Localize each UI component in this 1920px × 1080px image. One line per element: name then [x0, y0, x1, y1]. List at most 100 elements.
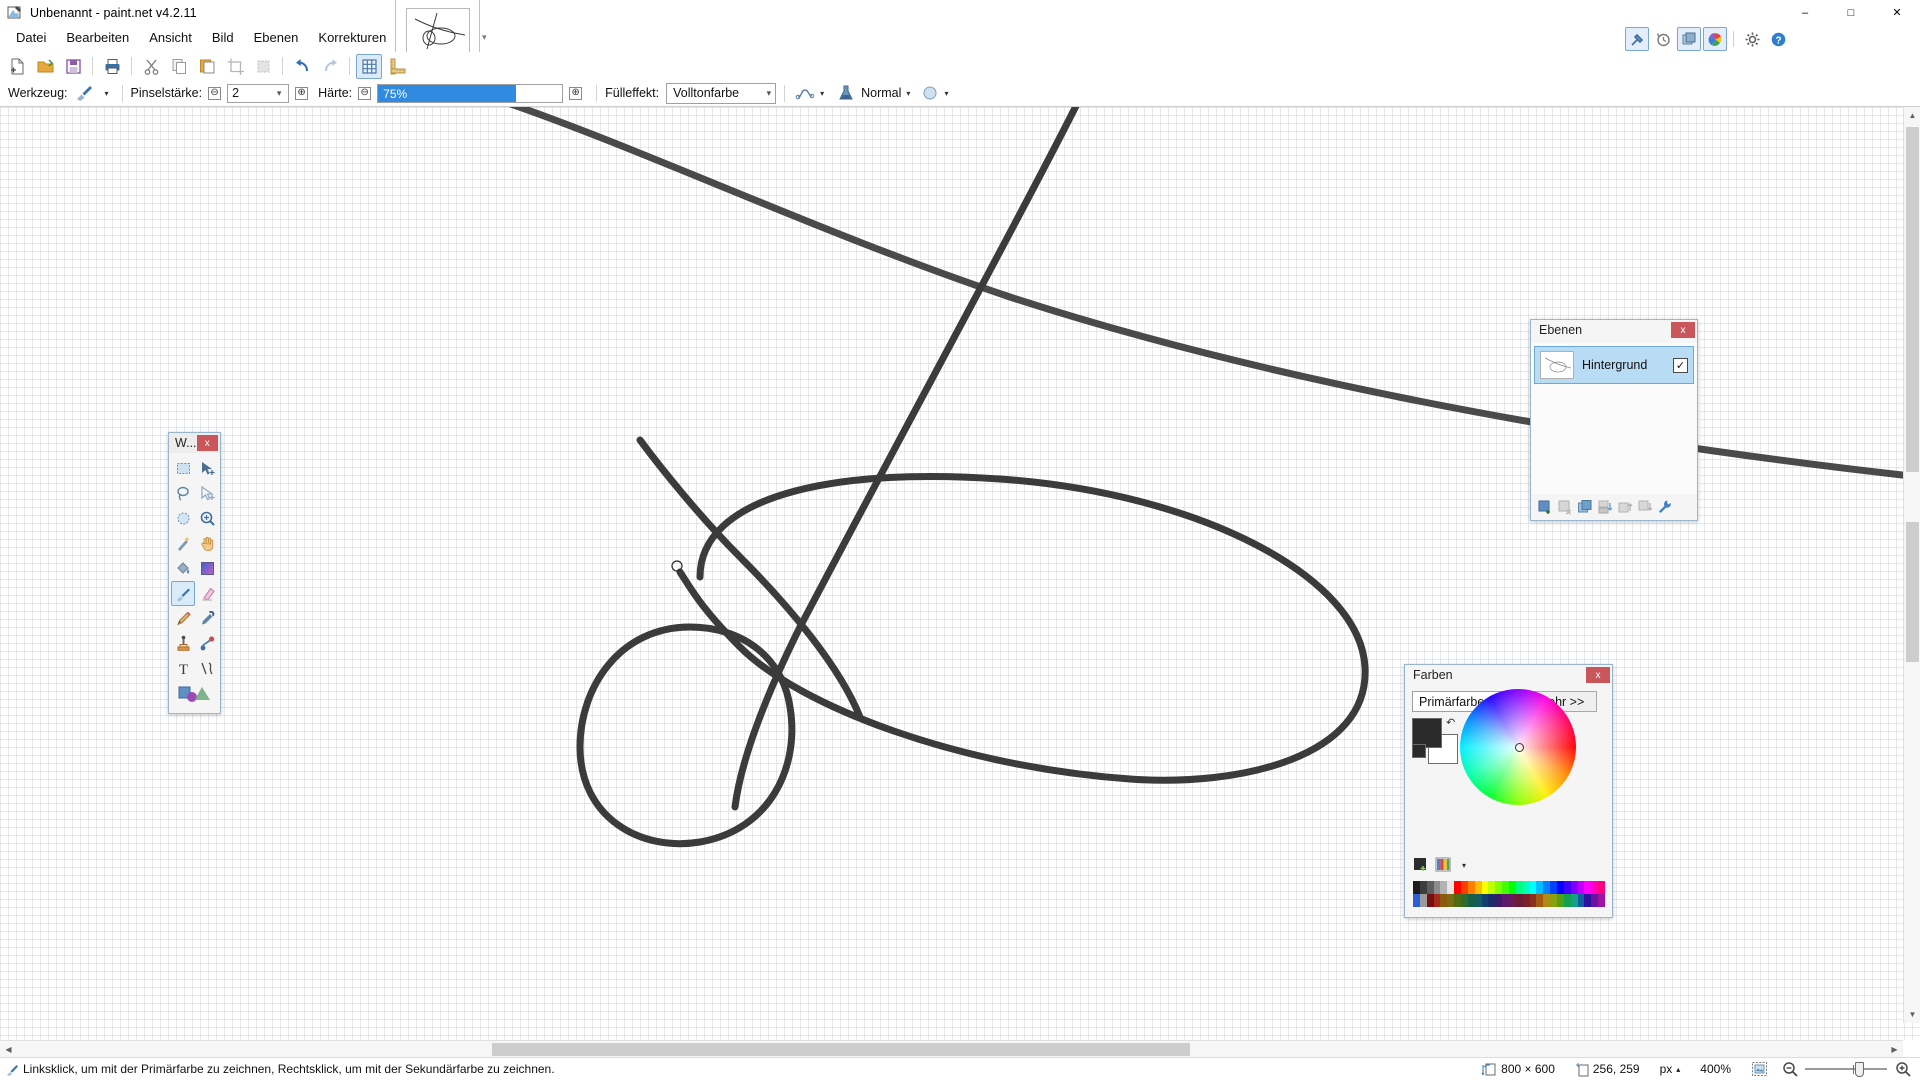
palette-swatch[interactable] [1529, 894, 1537, 907]
menu-bild[interactable]: Bild [202, 27, 244, 48]
palette-swatch[interactable] [1481, 894, 1489, 907]
palette-swatch[interactable] [1598, 894, 1606, 907]
palette-swatch[interactable] [1454, 894, 1462, 907]
cut-icon[interactable] [138, 54, 164, 79]
palette-swatch[interactable] [1413, 881, 1420, 894]
palette-swatch[interactable] [1467, 881, 1475, 894]
zoom-slider[interactable] [1805, 1061, 1887, 1077]
palette-swatch[interactable] [1419, 894, 1427, 907]
menu-korrekturen[interactable]: Korrekturen [308, 27, 396, 48]
zoom-in-icon[interactable] [1895, 1061, 1912, 1077]
zoom-value-group[interactable]: 400% [1700, 1062, 1731, 1076]
menu-ebenen[interactable]: Ebenen [244, 27, 309, 48]
palette-dropdown-caret[interactable]: ▾ [1457, 861, 1471, 870]
maximize-button[interactable]: □ [1828, 0, 1874, 25]
antialiasing-dropdown-caret[interactable]: ▾ [939, 89, 953, 98]
palette-swatch[interactable] [1570, 894, 1578, 907]
fill-effect-select[interactable]: Volltonfarbe ▾ [666, 82, 777, 104]
brush-width-increase-button[interactable]: ⊕ [295, 86, 309, 100]
move-layer-up-icon[interactable] [1616, 498, 1634, 516]
tool-clone-stamp[interactable] [171, 631, 195, 656]
palette-swatch[interactable] [1447, 894, 1455, 907]
tool-move-selection[interactable] [195, 481, 219, 506]
palette-swatch[interactable] [1440, 894, 1448, 907]
tool-magic-wand[interactable] [171, 531, 195, 556]
crop-icon[interactable] [222, 54, 248, 79]
tool-lasso-select[interactable] [171, 481, 195, 506]
swap-colors-icon[interactable]: ↶ [1446, 716, 1455, 729]
tool-text[interactable]: T [171, 656, 195, 681]
duplicate-layer-icon[interactable] [1576, 498, 1594, 516]
palette-swatch[interactable] [1474, 894, 1482, 907]
antialiasing-icon[interactable] [921, 84, 939, 102]
menu-bearbeiten[interactable]: Bearbeiten [56, 27, 139, 48]
palette-swatch[interactable] [1550, 881, 1558, 894]
layer-properties-icon[interactable] [1656, 498, 1674, 516]
palette-swatch[interactable] [1543, 894, 1551, 907]
deselect-icon[interactable] [250, 54, 276, 79]
tool-move-selected[interactable] [195, 456, 219, 481]
tool-zoom[interactable] [195, 506, 219, 531]
palette-swatch[interactable] [1509, 894, 1516, 907]
colors-window-icon[interactable] [1703, 27, 1727, 51]
scroll-right-arrow[interactable]: ▶ [1886, 1041, 1903, 1058]
palette-swatch[interactable] [1515, 881, 1523, 894]
thumbnail-dropdown-caret[interactable]: ▾ [482, 32, 487, 43]
palette-swatch[interactable] [1419, 881, 1427, 894]
brush-width-decrease-button[interactable]: ⊖ [208, 86, 222, 100]
close-button[interactable]: ✕ [1874, 0, 1920, 25]
ruler-icon[interactable] [384, 54, 410, 79]
reset-colors-swatch[interactable] [1412, 744, 1426, 758]
palette-swatch[interactable] [1543, 881, 1551, 894]
stroke-style-dropdown-caret[interactable]: ▾ [815, 89, 829, 98]
units-group[interactable]: px ▴ [1660, 1062, 1681, 1076]
tools-window[interactable]: W... x T [168, 432, 221, 714]
palette-swatch[interactable] [1536, 894, 1544, 907]
palette-swatch[interactable] [1461, 894, 1468, 907]
history-window-icon[interactable] [1651, 27, 1675, 51]
undo-icon[interactable] [289, 54, 315, 79]
palette-swatch[interactable] [1598, 881, 1606, 894]
canvas-area[interactable] [0, 107, 1920, 1040]
palette-swatch[interactable] [1433, 894, 1441, 907]
stroke-style-icon[interactable] [795, 85, 815, 101]
paintbrush-icon[interactable] [74, 84, 94, 102]
layer-row-hintergrund[interactable]: Hintergrund ✓ [1534, 346, 1694, 384]
colors-window-close-button[interactable]: x [1586, 667, 1610, 683]
scroll-up-arrow[interactable]: ▲ [1904, 107, 1920, 124]
horizontal-scrollbar[interactable]: ◀ ▶ [0, 1040, 1903, 1057]
tool-paint-bucket[interactable] [171, 556, 195, 581]
redo-icon[interactable] [317, 54, 343, 79]
colors-window-titlebar[interactable]: Farben x [1405, 665, 1612, 685]
menu-datei[interactable]: Datei [6, 27, 56, 48]
palette-swatch[interactable] [1536, 881, 1544, 894]
tool-color-picker[interactable] [195, 606, 219, 631]
vertical-scrollbar[interactable]: ▲ ▼ [1903, 107, 1920, 1023]
layers-window[interactable]: Ebenen x Hintergrund ✓ [1530, 319, 1698, 521]
palette-swatch[interactable] [1509, 881, 1516, 894]
palette-swatch[interactable] [1502, 881, 1510, 894]
add-layer-icon[interactable] [1536, 498, 1554, 516]
palette-swatch[interactable] [1426, 881, 1434, 894]
palette-swatch[interactable] [1495, 881, 1503, 894]
tools-window-titlebar[interactable]: W... x [169, 433, 220, 453]
palette-swatch[interactable] [1488, 894, 1496, 907]
print-icon[interactable] [99, 54, 125, 79]
tool-shapes[interactable] [171, 681, 219, 706]
tool-eraser[interactable] [195, 581, 219, 606]
palette-swatch[interactable] [1515, 894, 1523, 907]
palette-swatch[interactable] [1467, 894, 1475, 907]
palette-swatch[interactable] [1570, 881, 1578, 894]
palette-swatch[interactable] [1577, 881, 1585, 894]
scroll-left-arrow[interactable]: ◀ [0, 1041, 17, 1058]
layers-window-close-button[interactable]: x [1671, 322, 1695, 338]
save-icon[interactable] [60, 54, 86, 79]
palette-swatch[interactable] [1488, 881, 1496, 894]
palette-swatch[interactable] [1522, 881, 1530, 894]
settings-gear-icon[interactable] [1740, 27, 1764, 51]
brush-width-input[interactable]: 2 ▾ [227, 83, 290, 103]
open-icon[interactable] [32, 54, 58, 79]
horizontal-scrollbar-thumb[interactable] [492, 1043, 1190, 1056]
palette-swatch[interactable] [1413, 894, 1420, 907]
help-icon[interactable]: ? [1766, 27, 1790, 51]
